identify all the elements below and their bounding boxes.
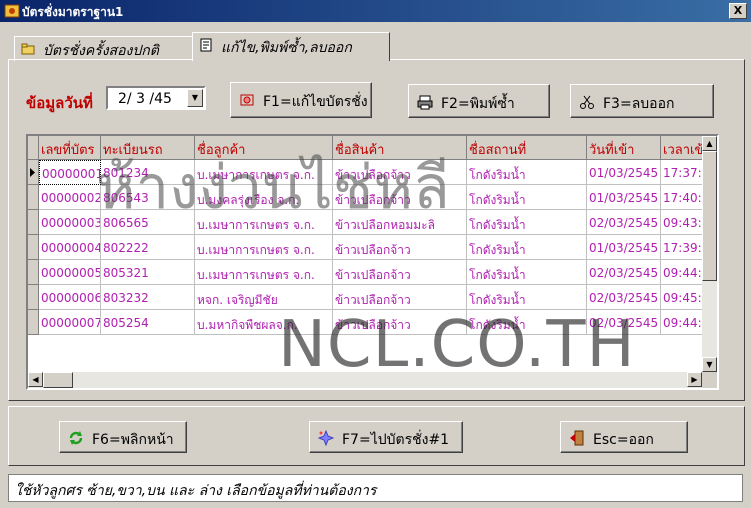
delete-button[interactable]: F3=ลบออก <box>570 84 714 118</box>
title-bar: บัตรชั่งมาตราฐาน1 X <box>0 0 751 22</box>
table-cell[interactable]: 00000002 <box>39 185 101 210</box>
table-cell[interactable]: 00000004 <box>39 235 101 260</box>
column-header[interactable]: เวลาเข้า <box>661 136 706 160</box>
refresh-icon <box>69 431 83 445</box>
table-cell[interactable]: 00000005 <box>39 260 101 285</box>
delete-label: F3=ลบออก <box>603 96 675 112</box>
table-cell[interactable]: 803232 <box>101 285 195 310</box>
edit-ticket-label: F1=แก้ไขบัตรชั่ง <box>263 94 368 110</box>
status-bar: ใช้หัวลูกศร ซ้าย,ขวา,บน และ ล่าง เลือกข้… <box>8 474 743 502</box>
date-value: 2/ 3 /45 <box>118 91 172 107</box>
scroll-left-icon[interactable]: ◀ <box>28 372 43 387</box>
table-cell[interactable]: 802222 <box>101 235 195 260</box>
reprint-button[interactable]: F2=พิมพ์ซ้ำ <box>408 84 550 118</box>
scroll-corner <box>702 372 717 388</box>
watermark-domain: NCL.CO.TH <box>278 308 636 382</box>
header-indicator <box>28 136 39 160</box>
table-cell[interactable]: 02/03/2545 <box>587 210 661 235</box>
scroll-up-icon[interactable]: ▲ <box>702 136 717 151</box>
table-cell[interactable]: 01/03/2545 <box>587 235 661 260</box>
reprint-label: F2=พิมพ์ซ้ำ <box>441 96 515 112</box>
tab-normal-weigh[interactable]: บัตรชั่งครั้งสองปกติ <box>14 36 194 61</box>
document-edit-icon <box>200 38 212 52</box>
table-cell[interactable]: บ.เมษาการเกษตร จ.ก. <box>195 235 333 260</box>
table-cell[interactable]: 09:44:6 <box>661 310 706 335</box>
edit-ticket-button[interactable]: F1=แก้ไขบัตรชั่ง <box>230 82 372 118</box>
exit-label: Esc=ออก <box>593 432 654 448</box>
table-cell[interactable]: 17:37:4 <box>661 160 706 185</box>
sparkle-icon <box>318 430 334 446</box>
row-indicator <box>28 235 39 260</box>
scroll-down-icon[interactable]: ▼ <box>702 357 717 372</box>
horizontal-scroll-thumb[interactable] <box>43 372 73 388</box>
table-cell[interactable]: 02/03/2545 <box>587 285 661 310</box>
status-text: ใช้หัวลูกศร ซ้าย,ขวา,บน และ ล่าง เลือกข้… <box>15 483 377 499</box>
folder-icon <box>21 43 35 55</box>
goto-ticket-label: F7=ไปบัตรชั่ง#1 <box>342 432 450 448</box>
close-button[interactable]: X <box>729 3 747 19</box>
table-cell[interactable]: ข้าวเปลือกจ้าว <box>333 285 467 310</box>
tab-label: แก้ไข,พิมพ์ซ้ำ,ลบออก <box>221 40 352 56</box>
exit-button[interactable]: Esc=ออก <box>560 421 688 453</box>
edit-icon <box>240 94 254 106</box>
column-header[interactable]: ชื่อสถานที่ <box>467 136 587 160</box>
table-cell[interactable]: 00000001 <box>39 160 101 185</box>
table-cell[interactable]: 00000007 <box>39 310 101 335</box>
table-cell[interactable]: โกดังริมน้ำ <box>467 160 587 185</box>
chevron-down-icon[interactable]: ▼ <box>187 89 203 107</box>
current-row-indicator-icon <box>28 160 39 185</box>
date-label: ข้อมูลวันที่ <box>26 94 93 112</box>
watermark-text: ห้างง่วนไช่หลี <box>96 153 450 223</box>
scroll-right-icon[interactable]: ▶ <box>687 372 702 387</box>
vertical-scrollbar[interactable]: ▲ ▼ <box>702 136 717 372</box>
table-cell[interactable]: 01/03/2545 <box>587 185 661 210</box>
table-cell[interactable]: โกดังริมน้ำ <box>467 185 587 210</box>
page-back-label: F6=พลิกหน้า <box>92 432 174 448</box>
row-indicator <box>28 310 39 335</box>
table-row[interactable]: 00000006 803232 หจก. เจริญมีชัย ข้าวเปลือกจ… <box>28 285 706 310</box>
table-cell[interactable]: 02/03/2545 <box>587 260 661 285</box>
table-cell[interactable]: โกดังริมน้ำ <box>467 285 587 310</box>
table-cell[interactable]: หจก. เจริญมีชัย <box>195 285 333 310</box>
table-cell[interactable]: 09:45:3 <box>661 285 706 310</box>
table-cell[interactable]: 09:43:0 <box>661 210 706 235</box>
table-row[interactable]: 00000004 802222 บ.เมษาการเกษตร จ.ก. ข้าวเปล… <box>28 235 706 260</box>
window-title: บัตรชั่งมาตราฐาน1 <box>22 5 124 19</box>
page-back-button[interactable]: F6=พลิกหน้า <box>59 421 187 453</box>
row-indicator <box>28 185 39 210</box>
table-cell[interactable]: 805254 <box>101 310 195 335</box>
row-indicator <box>28 260 39 285</box>
table-cell[interactable]: ข้าวเปลือกจ้าว <box>333 235 467 260</box>
column-header[interactable]: วันที่เข้า <box>587 136 661 160</box>
date-picker[interactable]: 2/ 3 /45 ▼ <box>106 86 206 110</box>
table-cell[interactable]: บ.เมษาการเกษตร จ.ก. <box>195 260 333 285</box>
table-cell[interactable]: 17:39:0 <box>661 235 706 260</box>
scissors-icon <box>580 95 594 109</box>
tab-edit-print-delete[interactable]: แก้ไข,พิมพ์ซ้ำ,ลบออก <box>192 32 390 61</box>
table-row[interactable]: 00000005 805321 บ.เมษาการเกษตร จ.ก. ข้าวเปล… <box>28 260 706 285</box>
close-icon: X <box>733 4 743 17</box>
goto-ticket-button[interactable]: F7=ไปบัตรชั่ง#1 <box>309 421 463 453</box>
table-cell[interactable]: โกดังริมน้ำ <box>467 235 587 260</box>
exit-door-icon <box>570 430 584 446</box>
vertical-scroll-thumb[interactable] <box>702 151 717 281</box>
table-cell[interactable]: โกดังริมน้ำ <box>467 210 587 235</box>
column-header[interactable]: เลขที่บัตร <box>39 136 101 160</box>
table-cell[interactable]: 09:44:1 <box>661 260 706 285</box>
table-cell[interactable]: โกดังริมน้ำ <box>467 260 587 285</box>
table-cell[interactable]: 01/03/2545 <box>587 160 661 185</box>
table-cell[interactable]: ข้าวเปลือกจ้าว <box>333 260 467 285</box>
table-cell[interactable]: 17:40:0 <box>661 185 706 210</box>
table-cell[interactable]: 00000003 <box>39 210 101 235</box>
printer-icon <box>417 95 433 110</box>
app-icon <box>4 4 20 18</box>
table-cell[interactable]: 00000006 <box>39 285 101 310</box>
row-indicator <box>28 210 39 235</box>
table-cell[interactable]: 805321 <box>101 260 195 285</box>
row-indicator <box>28 285 39 310</box>
